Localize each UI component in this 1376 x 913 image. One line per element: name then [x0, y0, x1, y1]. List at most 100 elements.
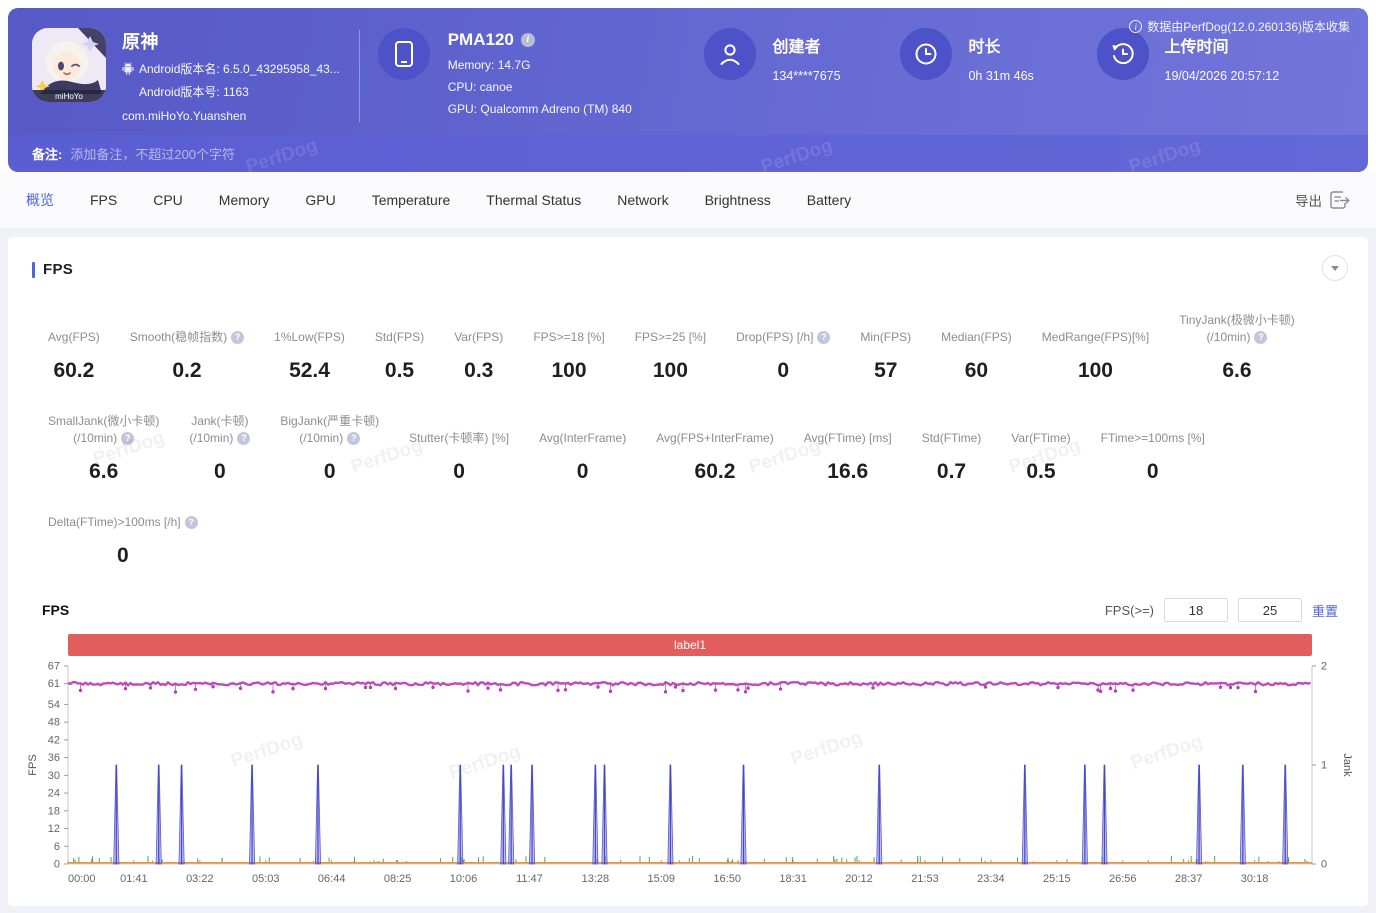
svg-text:06:44: 06:44: [318, 873, 346, 885]
app-icon: miHoYo: [32, 28, 106, 102]
tab-cpu[interactable]: CPU: [153, 192, 183, 208]
svg-text:21:53: 21:53: [911, 873, 939, 885]
svg-text:42: 42: [48, 734, 60, 746]
section-accent-bar: [32, 262, 35, 278]
history-clock-icon: [1097, 28, 1149, 80]
stat-label: Avg(FPS+InterFrame): [656, 430, 773, 447]
stat-value: 60.2: [656, 460, 773, 484]
stat-label: Avg(FPS): [48, 329, 100, 346]
stat-label: FPS>=18 [%]: [533, 329, 604, 346]
creator-value: 134****7675: [772, 69, 840, 83]
help-icon[interactable]: ?: [347, 432, 360, 445]
upload-time-value: 19/04/2026 20:57:12: [1165, 69, 1280, 83]
stat-cell: Delta(FTime)>100ms [/h]?0: [48, 514, 198, 568]
collapse-section-button[interactable]: [1322, 255, 1348, 281]
fps-threshold-input-2[interactable]: [1238, 598, 1302, 622]
tab-bar: 概览 FPS CPU Memory GPU Temperature Thermal Stat…: [0, 172, 1376, 229]
stat-label: Avg(FTime) [ms]: [804, 430, 892, 447]
stat-value: 57: [860, 359, 911, 383]
help-icon[interactable]: ?: [1254, 331, 1267, 344]
header-top: miHoYo 原神 Android版本名: 6.: [8, 8, 1368, 135]
stat-value: 0: [189, 460, 250, 484]
stats-row: Delta(FTime)>100ms [/h]?0: [48, 514, 1352, 568]
fps-section-header: FPS: [32, 261, 1352, 278]
creator-block: 创建者 134****7675: [704, 28, 900, 83]
stat-value: 0.2: [130, 359, 244, 383]
stat-value: 60: [941, 359, 1012, 383]
info-icon[interactable]: i: [1129, 20, 1142, 33]
stat-cell: Avg(FPS)60.2: [48, 329, 100, 383]
stat-value: 100: [635, 359, 706, 383]
chevron-down-icon: [1331, 266, 1339, 271]
chart-header: FPS FPS(>=) 重置: [42, 598, 1338, 622]
fps-chart[interactable]: 061218243036424854616701200:0001:4103:22…: [24, 658, 1352, 906]
duration-block: 时长 0h 31m 46s: [900, 28, 1096, 83]
stat-label: Smooth(稳帧指数)?: [130, 329, 244, 346]
device-model: PMA120: [448, 30, 514, 50]
stat-value: 0.5: [1011, 460, 1070, 484]
upload-time-block: 上传时间 19/04/2026 20:57:12: [1097, 28, 1345, 83]
tab-brightness[interactable]: Brightness: [705, 192, 771, 208]
collect-info-text: 数据由PerfDog(12.0.260136)版本收集: [1147, 18, 1350, 35]
stat-label: SmallJank(微小卡顿)(/10min)?: [48, 413, 159, 447]
upload-time-title: 上传时间: [1165, 33, 1280, 57]
tab-memory[interactable]: Memory: [219, 192, 270, 208]
stat-cell: Median(FPS) 60: [941, 329, 1012, 383]
android-icon: [122, 62, 134, 75]
stat-label: Std(FTime): [922, 430, 982, 447]
stat-cell: Min(FPS)57: [860, 329, 911, 383]
tab-thermal-status[interactable]: Thermal Status: [486, 192, 581, 208]
svg-text:Jank: Jank: [1341, 753, 1352, 777]
tab-概览[interactable]: 概览: [26, 190, 54, 210]
fps-panel: FPS Avg(FPS)60.2Smooth(稳帧指数)?0.21%Low(FP…: [8, 237, 1368, 906]
tab-fps[interactable]: FPS: [90, 192, 117, 208]
stat-cell: MedRange(FPS)[%]100: [1042, 329, 1149, 383]
stat-cell: Var(FPS)0.3: [454, 329, 503, 383]
device-cpu: CPU: canoe: [448, 80, 632, 94]
tab-network[interactable]: Network: [617, 192, 668, 208]
main-area: FPS Avg(FPS)60.2Smooth(稳帧指数)?0.21%Low(FP…: [0, 229, 1376, 913]
svg-text:00:00: 00:00: [68, 873, 96, 885]
help-icon[interactable]: ?: [231, 331, 244, 344]
chart-region-label[interactable]: label1: [68, 634, 1312, 656]
chart-title: FPS: [42, 602, 69, 618]
help-icon[interactable]: ?: [817, 331, 830, 344]
stat-label: Stutter(卡顿率) [%]: [409, 430, 509, 447]
fps-stats-grid: Avg(FPS)60.2Smooth(稳帧指数)?0.21%Low(FPS)52…: [48, 312, 1352, 568]
duration-title: 时长: [968, 33, 1033, 57]
tab-battery[interactable]: Battery: [807, 192, 851, 208]
stat-cell: FTime>=100ms [%]0: [1101, 430, 1205, 484]
stat-cell: Smooth(稳帧指数)? 0.2: [130, 329, 244, 383]
svg-text:30:18: 30:18: [1241, 873, 1269, 885]
fps-threshold-input-1[interactable]: [1164, 598, 1228, 622]
svg-text:24: 24: [48, 788, 60, 800]
stat-label: FPS>=25 [%]: [635, 329, 706, 346]
svg-text:05:03: 05:03: [252, 873, 280, 885]
user-icon: [704, 28, 756, 80]
android-version-name: Android版本名: 6.5.0_43295958_43...: [139, 60, 340, 77]
device-gpu: GPU: Qualcomm Adreno (TM) 840: [448, 102, 632, 116]
stat-label: Median(FPS): [941, 329, 1012, 346]
stat-cell: FPS>=18 [%]100: [533, 329, 604, 383]
help-icon[interactable]: ?: [121, 432, 134, 445]
svg-text:15:09: 15:09: [648, 873, 676, 885]
help-icon[interactable]: ?: [185, 516, 198, 529]
collect-info: i 数据由PerfDog(12.0.260136)版本收集: [1129, 18, 1350, 35]
tab-temperature[interactable]: Temperature: [372, 192, 451, 208]
stat-cell: TinyJank(极微小卡顿)(/10min)?6.6: [1179, 312, 1295, 383]
app-icon-brand: miHoYo: [55, 92, 83, 101]
fps-filter-label: FPS(>=): [1105, 603, 1154, 618]
stat-label: Var(FPS): [454, 329, 503, 346]
stat-label: Drop(FPS) [/h]?: [736, 329, 830, 346]
help-icon[interactable]: ?: [237, 432, 250, 445]
device-info-icon[interactable]: i: [521, 33, 535, 47]
svg-text:36: 36: [48, 752, 60, 764]
notes-input-placeholder[interactable]: 添加备注，不超过200个字符: [70, 144, 235, 163]
svg-text:11:47: 11:47: [516, 873, 543, 885]
tab-gpu[interactable]: GPU: [305, 192, 335, 208]
notes-bar: 备注: 添加备注，不超过200个字符: [8, 135, 1368, 172]
svg-text:30: 30: [48, 770, 60, 782]
reset-link[interactable]: 重置: [1312, 601, 1338, 620]
svg-text:10:06: 10:06: [450, 873, 478, 885]
export-button[interactable]: 导出: [1295, 190, 1350, 210]
